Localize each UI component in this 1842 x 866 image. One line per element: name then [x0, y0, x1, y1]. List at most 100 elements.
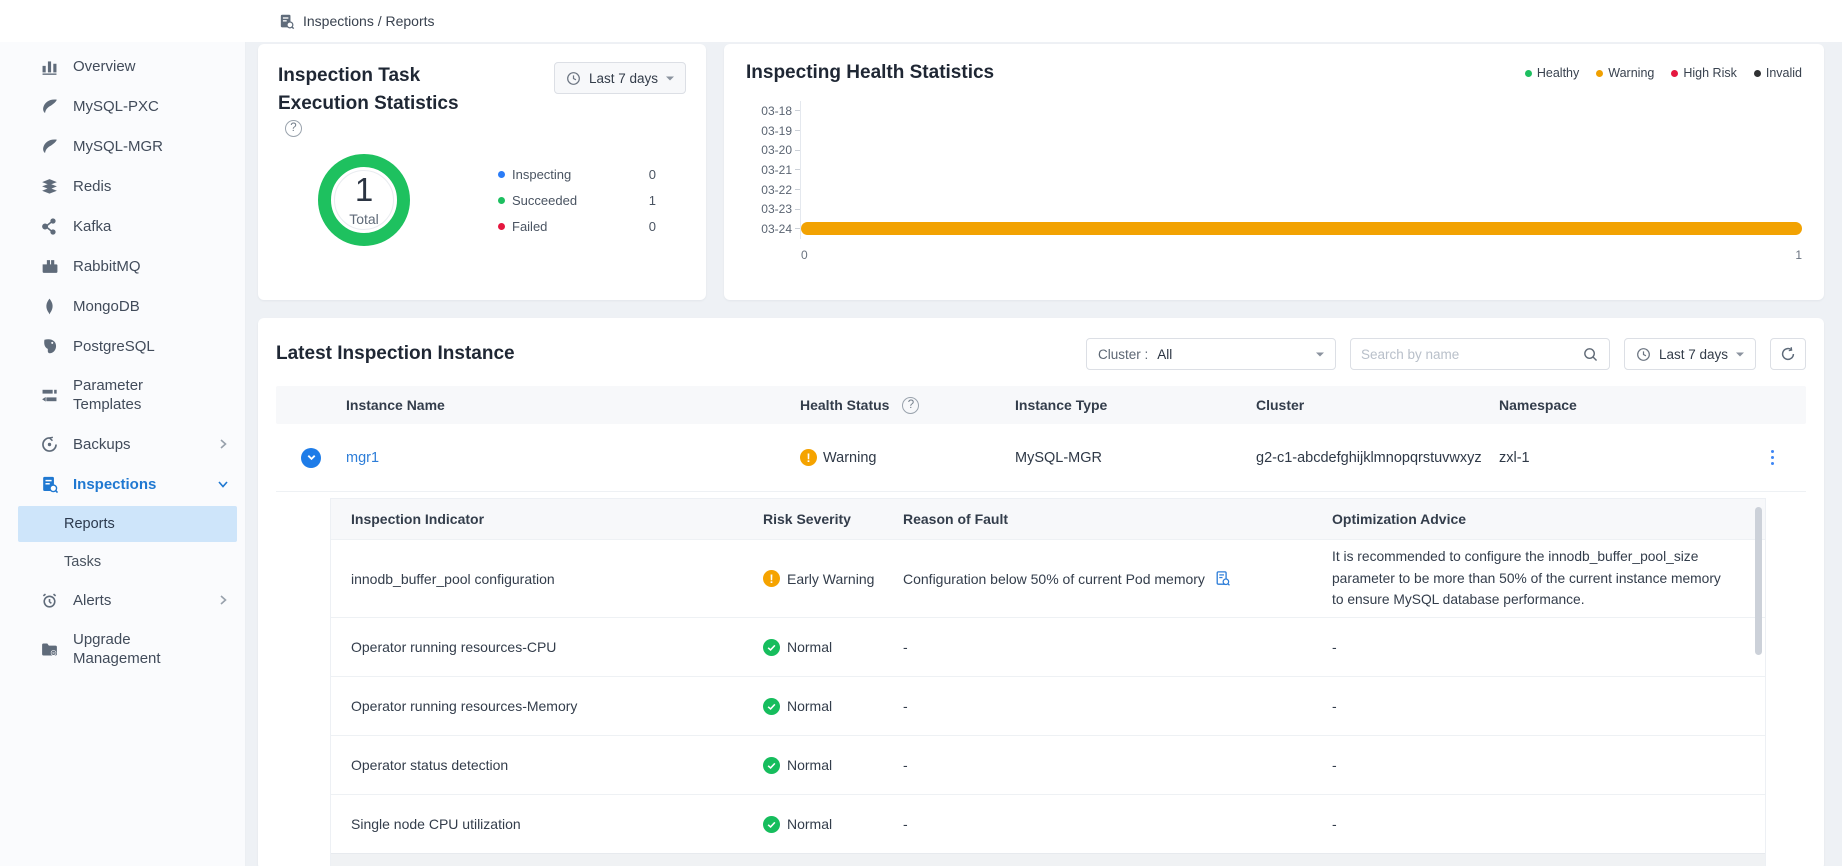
- advice-cell: -: [1312, 816, 1765, 832]
- check-icon: [763, 757, 780, 774]
- cluster-select[interactable]: Cluster : All: [1086, 338, 1336, 370]
- task-stats-title-text: Inspection Task Execution Statistics: [278, 62, 510, 117]
- severity-cell: Normal: [743, 757, 883, 774]
- sidebar-item-label: Redis: [73, 178, 111, 195]
- y-axis-label: 03-24: [746, 222, 792, 236]
- vertical-scrollbar[interactable]: [1755, 507, 1762, 655]
- donut-total-value: 1: [355, 173, 373, 206]
- sidebar-item-redis[interactable]: Redis: [0, 166, 245, 206]
- sidebar-item-kafka[interactable]: Kafka: [0, 206, 245, 246]
- task-stats-card: Inspection Task Execution Statistics ? L…: [258, 44, 706, 300]
- filters: Cluster : All Last 7 day: [1086, 338, 1806, 370]
- health-status-value: Warning: [823, 450, 876, 466]
- detail-table-header: Inspection Indicator Risk Severity Reaso…: [331, 499, 1765, 539]
- legend-label: Failed: [512, 219, 547, 234]
- refresh-button[interactable]: [1770, 338, 1806, 370]
- search-input[interactable]: [1361, 347, 1582, 362]
- sidebar-item-tasks[interactable]: Tasks: [0, 544, 245, 580]
- chart-track: [800, 180, 1802, 200]
- task-stats-range-select[interactable]: Last 7 days: [554, 62, 686, 94]
- legend-item-healthy: Healthy: [1525, 66, 1579, 80]
- sidebar-item-reports[interactable]: Reports: [18, 506, 237, 542]
- severity-label: Normal: [787, 816, 832, 832]
- legend-label: Inspecting: [512, 167, 571, 182]
- inspection-report-icon: [40, 475, 59, 494]
- row-actions-menu[interactable]: [1767, 446, 1779, 470]
- namespace-cell: zxl-1: [1499, 450, 1739, 466]
- breadcrumb[interactable]: Inspections / Reports: [278, 0, 435, 42]
- detail-row-operator-memory: Operator running resources-Memory Normal…: [331, 676, 1765, 735]
- legend-dot: [1671, 70, 1678, 77]
- col-instance-name: Instance Name: [346, 397, 800, 413]
- instance-range-select[interactable]: Last 7 days: [1624, 338, 1756, 370]
- sidebar-item-label: Kafka: [73, 218, 111, 235]
- chart-track: [800, 121, 1802, 141]
- search-icon[interactable]: [1582, 346, 1599, 363]
- legend-label: Succeeded: [512, 193, 577, 208]
- chart-track: [800, 160, 1802, 180]
- chevron-down-icon: [217, 478, 229, 490]
- legend-value: 0: [649, 219, 656, 234]
- sidebar-item-label: MySQL-PXC: [73, 98, 159, 115]
- sidebar-item-rabbitmq[interactable]: RabbitMQ: [0, 246, 245, 286]
- sidebar-item-label: Parameter Templates: [73, 376, 193, 415]
- sidebar-item-label: RabbitMQ: [73, 258, 141, 275]
- alarm-icon: [40, 591, 59, 610]
- sidebar-item-parameter-templates[interactable]: Parameter Templates: [0, 366, 245, 424]
- y-axis-label: 03-18: [746, 104, 792, 118]
- y-axis-label: 03-20: [746, 143, 792, 157]
- help-icon[interactable]: ?: [902, 397, 919, 414]
- warning-icon: !: [800, 449, 817, 466]
- severity-label: Normal: [787, 698, 832, 714]
- health-stats-title: Inspecting Health Statistics: [746, 62, 994, 84]
- dolphin-icon: [40, 97, 59, 116]
- chevron-right-icon: [217, 594, 229, 606]
- sidebar-item-overview[interactable]: Overview: [0, 46, 245, 86]
- advice-cell: It is recommended to configure the innod…: [1312, 546, 1765, 610]
- sidebar-item-upgrade-management[interactable]: Upgrade Management: [0, 620, 245, 678]
- x-axis-max: 1: [1795, 248, 1802, 262]
- clock-icon: [1636, 347, 1651, 362]
- sidebar-item-label: PostgreSQL: [73, 338, 155, 355]
- col-inspection-indicator: Inspection Indicator: [331, 511, 743, 527]
- advice-cell: -: [1312, 639, 1765, 655]
- sidebar-item-label: Overview: [73, 58, 136, 75]
- cluster-select-value: All: [1157, 347, 1172, 362]
- reason-cell: -: [883, 757, 1312, 773]
- sidebar-item-alerts[interactable]: Alerts: [0, 580, 245, 620]
- indicator-cell: Operator running resources-CPU: [331, 639, 743, 655]
- warning-bar-03-24[interactable]: [801, 222, 1802, 235]
- collapse-row-button[interactable]: [301, 448, 321, 468]
- sidebar-item-postgresql[interactable]: PostgreSQL: [0, 326, 245, 366]
- sidebar-item-mongodb[interactable]: MongoDB: [0, 286, 245, 326]
- range-label: Last 7 days: [589, 71, 658, 86]
- help-icon[interactable]: ?: [285, 120, 302, 137]
- instance-name-link[interactable]: mgr1: [346, 450, 379, 466]
- sliders-icon: [40, 386, 59, 405]
- col-risk-severity: Risk Severity: [743, 511, 883, 527]
- latest-inspection-card: Latest Inspection Instance Cluster : All: [258, 318, 1824, 866]
- sidebar-item-mysql-pxc[interactable]: MySQL-PXC: [0, 86, 245, 126]
- y-axis-label: 03-22: [746, 183, 792, 197]
- sidebar-item-backups[interactable]: Backups: [0, 424, 245, 464]
- legend-value: 0: [649, 167, 656, 182]
- legend-item-invalid: Invalid: [1754, 66, 1802, 80]
- sidebar-item-inspections[interactable]: Inspections: [0, 464, 245, 504]
- instance-table-header: Instance Name Health Status ? Instance T…: [276, 386, 1806, 424]
- sidebar-item-mysql-mgr[interactable]: MySQL-MGR: [0, 126, 245, 166]
- dolphin-icon: [40, 137, 59, 156]
- y-axis-label: 03-21: [746, 163, 792, 177]
- severity-label: Normal: [787, 757, 832, 773]
- severity-cell: Normal: [743, 816, 883, 833]
- health-legend: Healthy Warning High Risk Invalid: [1525, 66, 1802, 80]
- col-cluster: Cluster: [1256, 397, 1499, 413]
- chart-track: [800, 140, 1802, 160]
- reason-cell: -: [883, 816, 1312, 832]
- legend-dot: [498, 197, 505, 204]
- cluster-select-label: Cluster :: [1098, 347, 1148, 362]
- page: Inspections / Reports Overview MySQL-PXC…: [0, 0, 1842, 866]
- legend-dot: [1525, 70, 1532, 77]
- legend-label: Warning: [1608, 66, 1654, 80]
- main-content: Inspection Task Execution Statistics ? L…: [246, 42, 1842, 866]
- view-report-icon[interactable]: [1214, 570, 1231, 587]
